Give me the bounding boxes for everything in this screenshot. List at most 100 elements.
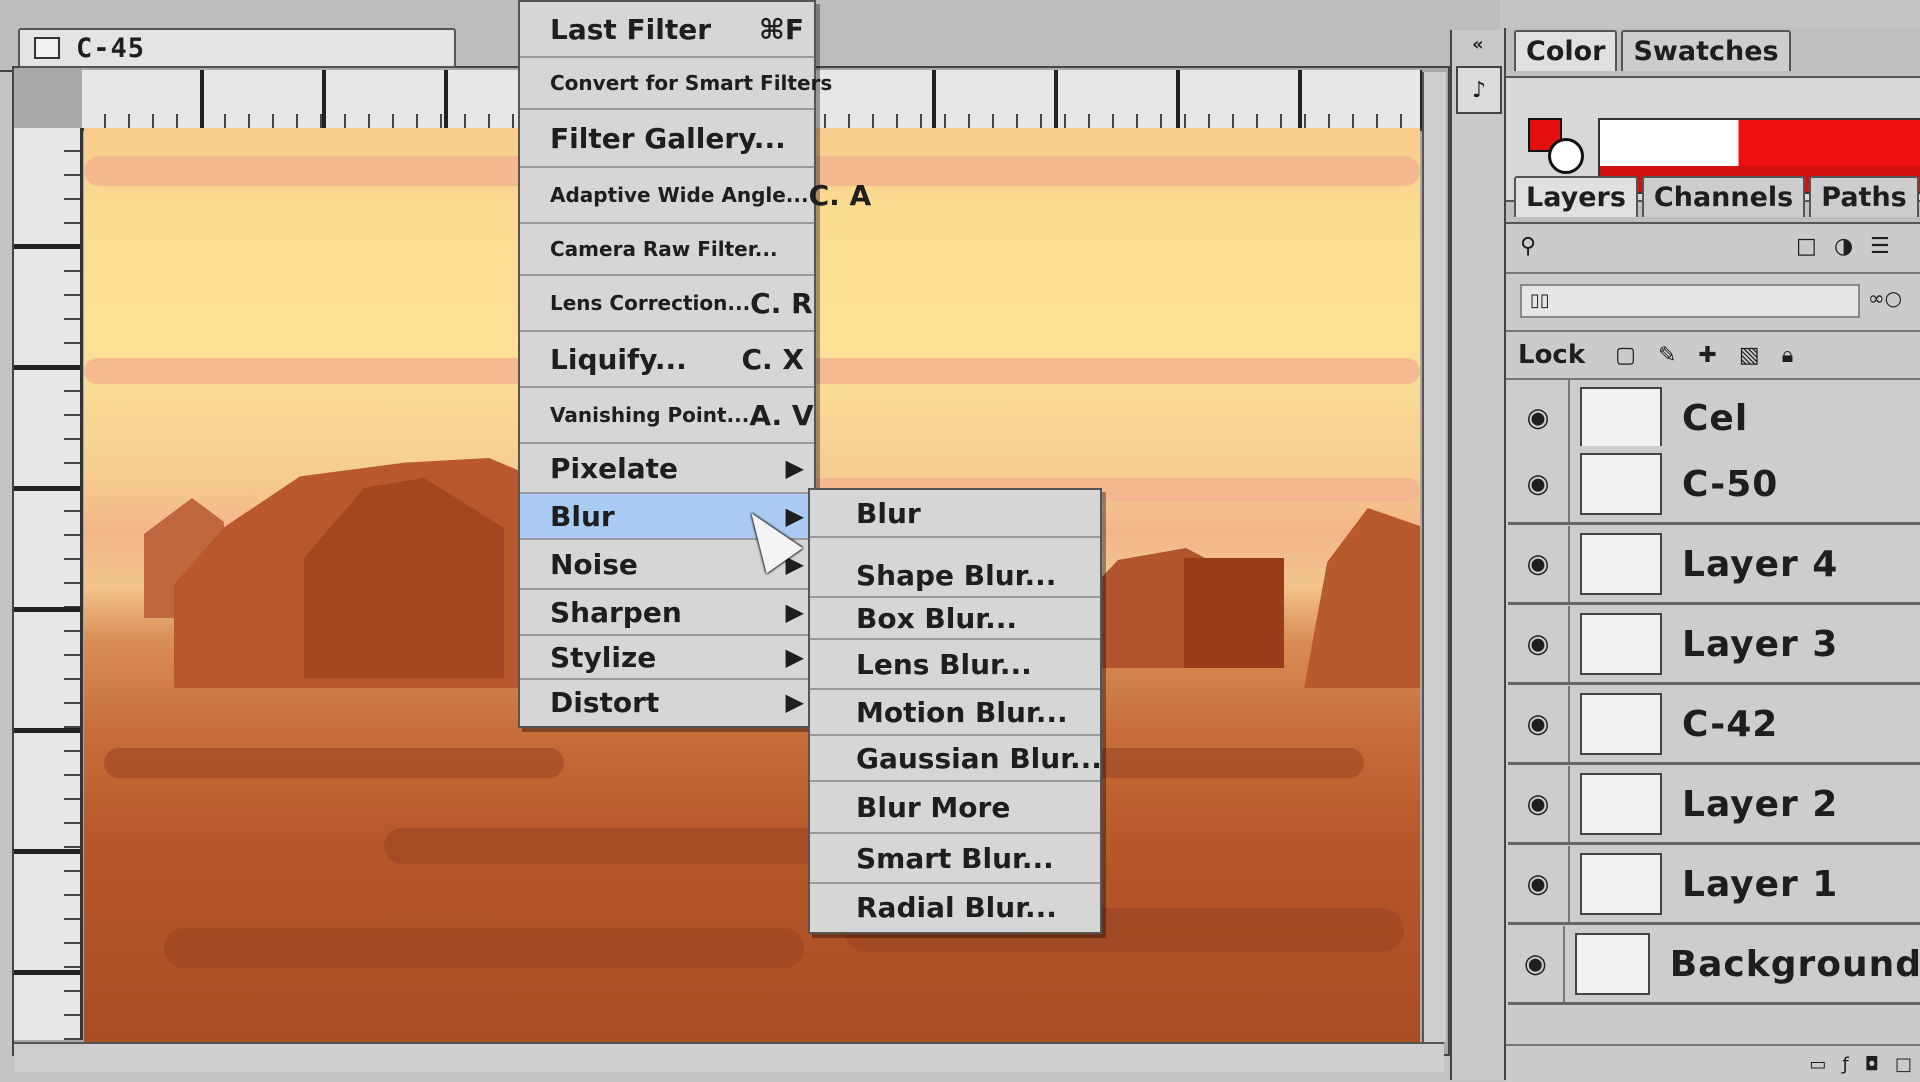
lock-transparent-icon[interactable]: ▢ [1615, 343, 1636, 368]
eye-icon[interactable]: ◉ [1508, 686, 1570, 762]
menu-item-lens-correction[interactable]: Lens Correction... C. R [520, 276, 814, 332]
submenu-item-motion-blur[interactable]: Motion Blur... [810, 690, 1100, 736]
layers-footer: ▭ ƒ ◘ □ [1506, 1044, 1920, 1082]
collapse-panels-icon[interactable]: « [1472, 34, 1484, 55]
eye-icon[interactable]: ◉ [1508, 846, 1570, 922]
layer-row[interactable]: ◉ Layer 3 [1508, 606, 1920, 685]
blur-submenu: Blur Shape Blur... Box Blur... Lens Blur… [808, 488, 1102, 934]
document-tab[interactable]: C-45 [18, 28, 456, 68]
menu-item-stylize[interactable]: Stylize ▶ [520, 636, 814, 680]
submenu-arrow-icon: ▶ [785, 454, 804, 482]
layer-thumbnail [1580, 387, 1662, 449]
link-layers-icon[interactable]: ▭ [1809, 1054, 1826, 1075]
layers-panel: ⚲ □ ◑ ☰ ▯▯ ∞○ Lock ▢ ✎ ✚ ▧ 🔒︎ ◉ Cel ◉ C-… [1506, 222, 1920, 1082]
submenu-item-gaussian-blur[interactable]: Gaussian Blur... [810, 736, 1102, 782]
layer-thumbnail [1580, 693, 1662, 755]
eye-icon[interactable]: ◉ [1508, 526, 1570, 602]
menu-item-label: Distort [550, 685, 660, 719]
document-title: C-45 [76, 32, 146, 64]
horizontal-scrollbar[interactable] [14, 1042, 1444, 1072]
menu-item-label: Sharpen [550, 595, 682, 629]
layer-name: Cel [1682, 397, 1749, 439]
lock-all-icon[interactable]: 🔒︎ [1782, 343, 1794, 368]
tab-color[interactable]: Color [1514, 30, 1618, 71]
document-icon [34, 37, 60, 59]
menu-item-label: Stylize [550, 640, 657, 674]
lock-artboard-icon[interactable]: ▧ [1739, 343, 1760, 368]
layer-thumbnail [1580, 453, 1662, 515]
submenu-item-box-blur[interactable]: Box Blur... [810, 598, 1100, 640]
layer-thumbnail [1580, 773, 1662, 835]
layer-thumbnail [1580, 533, 1662, 595]
menu-shortcut: A. V [749, 398, 814, 432]
layer-row[interactable]: ◉ Background [1508, 926, 1920, 1005]
submenu-arrow-icon: ▶ [785, 502, 804, 530]
lock-label: Lock [1518, 340, 1586, 370]
layer-row[interactable]: ◉ C-42 [1508, 686, 1920, 765]
new-layer-icon[interactable]: □ [1895, 1054, 1912, 1075]
layer-name: Layer 1 [1682, 863, 1839, 905]
submenu-item-shape-blur[interactable]: Shape Blur... [810, 538, 1100, 598]
menu-item-pixelate[interactable]: Pixelate ▶ [520, 444, 814, 494]
menu-shortcut: C. A [808, 178, 872, 212]
menu-item-liquify[interactable]: Liquify... C. X [520, 332, 814, 388]
tab-paths[interactable]: Paths [1809, 176, 1919, 217]
submenu-item-blur[interactable]: Blur [810, 490, 1100, 538]
layer-row[interactable]: ◉ Layer 1 [1508, 846, 1920, 925]
pixel-filter-icon[interactable]: □ [1796, 234, 1817, 259]
submenu-item-blur-more[interactable]: Blur More [810, 782, 1100, 834]
eye-icon[interactable]: ◉ [1508, 926, 1565, 1002]
layers-filter-bar: ⚲ □ ◑ ☰ [1506, 224, 1920, 274]
layer-row[interactable]: ◉ Layer 2 [1508, 766, 1920, 845]
vertical-scrollbar[interactable] [1422, 72, 1446, 1042]
color-panel-tabs: Color Swatches [1514, 30, 1791, 71]
menu-item-label: Lens Correction... [550, 291, 751, 315]
layer-name: Layer 2 [1682, 783, 1839, 825]
menu-item-adaptive-wide-angle[interactable]: Adaptive Wide Angle... C. A [520, 168, 871, 224]
submenu-item-lens-blur[interactable]: Lens Blur... [810, 640, 1100, 690]
adjustment-filter-icon[interactable]: ◑ [1834, 234, 1853, 259]
layer-name: Layer 3 [1682, 623, 1839, 665]
ground-streak [104, 748, 564, 778]
lock-position-icon[interactable]: ✚ [1698, 343, 1716, 368]
search-icon[interactable]: ⚲ [1520, 234, 1536, 259]
background-color-swatch[interactable] [1548, 138, 1584, 174]
layer-row[interactable]: ◉ Layer 4 [1508, 526, 1920, 605]
submenu-arrow-icon: ▶ [785, 688, 804, 716]
add-mask-icon[interactable]: ◘ [1865, 1054, 1879, 1075]
eye-icon[interactable]: ◉ [1508, 606, 1570, 682]
menu-item-filter-gallery[interactable]: Filter Gallery... [520, 110, 814, 168]
eye-icon[interactable]: ◉ [1508, 380, 1570, 456]
menu-item-camera-raw-filter[interactable]: Camera Raw Filter... [520, 224, 814, 276]
menu-item-label: Blur [550, 499, 615, 533]
menu-item-vanishing-point[interactable]: Vanishing Point... A. V [520, 388, 814, 444]
brush-tool-icon[interactable]: ♪ [1456, 66, 1502, 114]
menu-item-last-filter[interactable]: Last Filter ⌘F [520, 2, 814, 58]
menu-item-distort[interactable]: Distort ▶ [520, 680, 814, 724]
menu-item-label: Filter Gallery... [550, 121, 786, 155]
menu-item-convert-smart-filters[interactable]: Convert for Smart Filters [520, 58, 832, 110]
opacity-link-icon[interactable]: ∞○ [1868, 286, 1902, 310]
eye-icon[interactable]: ◉ [1508, 446, 1570, 522]
layer-name: C-50 [1682, 463, 1779, 505]
menu-item-label: Vanishing Point... [550, 403, 750, 427]
tab-swatches[interactable]: Swatches [1621, 30, 1791, 71]
layer-thumbnail [1574, 933, 1650, 995]
eye-icon[interactable]: ◉ [1508, 766, 1570, 842]
layer-name: Background [1669, 943, 1920, 985]
type-filter-icon[interactable]: ☰ [1870, 234, 1890, 259]
vertical-ruler[interactable] [14, 128, 83, 1040]
menu-item-label: Liquify... [550, 342, 687, 376]
blend-mode-select[interactable]: ▯▯ [1520, 284, 1860, 318]
add-style-icon[interactable]: ƒ [1842, 1054, 1848, 1075]
menu-item-label: Convert for Smart Filters [550, 71, 833, 95]
tool-strip [1450, 30, 1506, 1080]
submenu-item-smart-blur[interactable]: Smart Blur... [810, 834, 1100, 884]
layer-row[interactable]: ◉ C-50 [1508, 446, 1920, 525]
submenu-item-radial-blur[interactable]: Radial Blur... [810, 884, 1100, 930]
tab-channels[interactable]: Channels [1641, 176, 1806, 217]
tab-layers[interactable]: Layers [1514, 176, 1638, 217]
menu-shortcut: ⌘F [758, 12, 804, 46]
menu-item-sharpen[interactable]: Sharpen ▶ [520, 590, 814, 636]
lock-paint-icon[interactable]: ✎ [1658, 343, 1676, 368]
